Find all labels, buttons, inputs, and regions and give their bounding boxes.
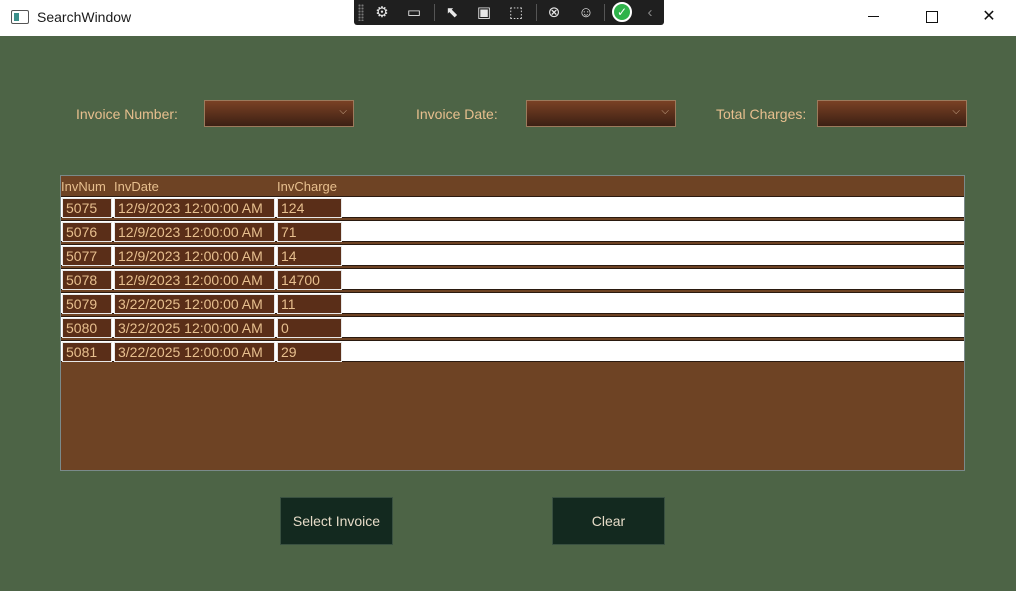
column-header-invcharge[interactable]: InvCharge [277, 179, 337, 194]
debug-toolbar: ⚙ ▭ ⬉ ▣ ⬚ ⊗ ☺ ✓ ‹ [354, 0, 664, 25]
total-charges-combobox[interactable]: ⌵ [817, 100, 967, 127]
minimize-button[interactable] [844, 0, 902, 34]
check-icon[interactable]: ✓ [612, 2, 632, 22]
column-header-invdate[interactable]: InvDate [114, 179, 159, 194]
layout-icon[interactable]: ▣ [472, 2, 496, 23]
cell-invdate[interactable]: 12/9/2023 12:00:00 AM [114, 270, 275, 290]
video-icon[interactable]: ▭ [402, 2, 426, 23]
pointer-icon[interactable]: ⬉ [440, 2, 464, 23]
invoice-number-label: Invoice Number: [76, 106, 178, 122]
cell-invnum[interactable]: 5079 [62, 294, 112, 314]
cell-invdate[interactable]: 3/22/2025 12:00:00 AM [114, 342, 275, 362]
maximize-button[interactable] [902, 0, 960, 34]
table-row[interactable]: 5078 12/9/2023 12:00:00 AM 14700 [61, 268, 964, 290]
invoice-date-combobox[interactable]: ⌵ [526, 100, 676, 127]
cell-invdate[interactable]: 3/22/2025 12:00:00 AM [114, 318, 275, 338]
accessibility-icon[interactable]: ☺ [574, 2, 598, 23]
toolbar-divider [434, 4, 435, 21]
invoice-date-label: Invoice Date: [416, 106, 498, 122]
app-icon [11, 10, 29, 24]
window-title: SearchWindow [37, 9, 132, 25]
select-element-icon[interactable]: ⚙ [370, 2, 394, 23]
toolbar-grip-icon[interactable] [358, 4, 364, 21]
table-row[interactable]: 5079 3/22/2025 12:00:00 AM 11 [61, 292, 964, 314]
cell-invcharge[interactable]: 124 [277, 198, 342, 218]
table-row[interactable]: 5077 12/9/2023 12:00:00 AM 14 [61, 244, 964, 266]
chevron-down-icon: ⌵ [661, 106, 669, 117]
cell-invcharge[interactable]: 29 [277, 342, 342, 362]
cell-invcharge[interactable]: 14700 [277, 270, 342, 290]
cell-invdate[interactable]: 12/9/2023 12:00:00 AM [114, 246, 275, 266]
cell-invcharge[interactable]: 11 [277, 294, 342, 314]
track-focus-icon[interactable]: ⬚ [504, 2, 528, 23]
cell-invcharge[interactable]: 71 [277, 222, 342, 242]
invoice-number-combobox[interactable]: ⌵ [204, 100, 354, 127]
table-row[interactable]: 5075 12/9/2023 12:00:00 AM 124 [61, 196, 964, 218]
binding-icon[interactable]: ⊗ [542, 2, 566, 23]
cell-invnum[interactable]: 5078 [62, 270, 112, 290]
cell-invnum[interactable]: 5077 [62, 246, 112, 266]
toolbar-divider [536, 4, 537, 21]
cell-invnum[interactable]: 5080 [62, 318, 112, 338]
title-bar: SearchWindow ⚙ ▭ ⬉ ▣ ⬚ ⊗ ☺ ✓ ‹ ✕ [0, 0, 1016, 36]
table-row[interactable]: 5080 3/22/2025 12:00:00 AM 0 [61, 316, 964, 338]
cell-invnum[interactable]: 5076 [62, 222, 112, 242]
cell-invdate[interactable]: 12/9/2023 12:00:00 AM [114, 222, 275, 242]
cell-invcharge[interactable]: 0 [277, 318, 342, 338]
cell-invdate[interactable]: 3/22/2025 12:00:00 AM [114, 294, 275, 314]
close-button[interactable]: ✕ [960, 0, 1016, 34]
column-header-invnum[interactable]: InvNum [61, 179, 106, 194]
invoice-data-grid[interactable]: InvNum InvDate InvCharge 5075 12/9/2023 … [60, 175, 965, 471]
collapse-chevron-icon[interactable]: ‹ [638, 2, 662, 23]
cell-invcharge[interactable]: 14 [277, 246, 342, 266]
cell-invnum[interactable]: 5075 [62, 198, 112, 218]
chevron-down-icon: ⌵ [339, 106, 347, 117]
total-charges-label: Total Charges: [716, 106, 807, 122]
chevron-down-icon: ⌵ [952, 106, 960, 117]
select-invoice-button[interactable]: Select Invoice [280, 497, 393, 545]
table-row[interactable]: 5081 3/22/2025 12:00:00 AM 29 [61, 340, 964, 362]
clear-button[interactable]: Clear [552, 497, 665, 545]
cell-invdate[interactable]: 12/9/2023 12:00:00 AM [114, 198, 275, 218]
cell-invnum[interactable]: 5081 [62, 342, 112, 362]
table-row[interactable]: 5076 12/9/2023 12:00:00 AM 71 [61, 220, 964, 242]
toolbar-divider [604, 4, 605, 21]
